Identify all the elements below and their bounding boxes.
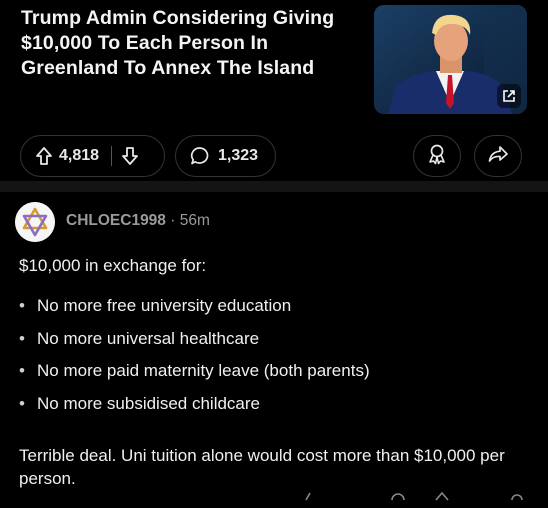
vote-separator	[111, 146, 113, 166]
speech-bubble-icon	[190, 146, 210, 166]
section-divider	[0, 181, 548, 192]
star-of-david-icon	[15, 202, 55, 242]
post-title[interactable]: Trump Admin Considering Giving $10,000 T…	[21, 6, 361, 81]
comment-body: $10,000 in exchange for: No more free un…	[19, 254, 519, 490]
comment-time: 56m	[179, 212, 210, 229]
share-button[interactable]	[474, 135, 522, 177]
comment-outro: Terrible deal. Uni tuition alone would c…	[19, 446, 505, 488]
score-count: 4,818	[59, 147, 100, 164]
user-avatar[interactable]	[15, 202, 55, 242]
bullet-item: No more free university education	[19, 294, 519, 327]
username[interactable]: CHLOEC1998	[66, 212, 166, 229]
post-thumbnail[interactable]	[374, 5, 527, 114]
comment-meta: CHLOEC1998 · 56m	[66, 212, 210, 230]
comments-button[interactable]: 1,323	[175, 135, 276, 177]
external-link-icon[interactable]	[497, 84, 521, 108]
upvote-icon[interactable]	[35, 146, 53, 166]
comment-action-row	[300, 488, 540, 508]
cut-off-action-icons	[305, 491, 523, 501]
award-icon	[426, 143, 448, 170]
comment-count: 1,323	[218, 147, 259, 164]
vote-pill: 4,818	[20, 135, 165, 177]
downvote-icon[interactable]	[121, 146, 139, 166]
meta-separator: ·	[170, 212, 176, 229]
award-button[interactable]	[413, 135, 461, 177]
bullet-item: No more universal healthcare	[19, 327, 519, 360]
bullet-item: No more paid maternity leave (both paren…	[19, 359, 519, 392]
bullet-list: No more free university education No mor…	[19, 294, 519, 424]
bullet-item: No more subsidised childcare	[19, 392, 519, 425]
share-icon	[487, 143, 509, 170]
comment-intro: $10,000 in exchange for:	[19, 256, 207, 275]
